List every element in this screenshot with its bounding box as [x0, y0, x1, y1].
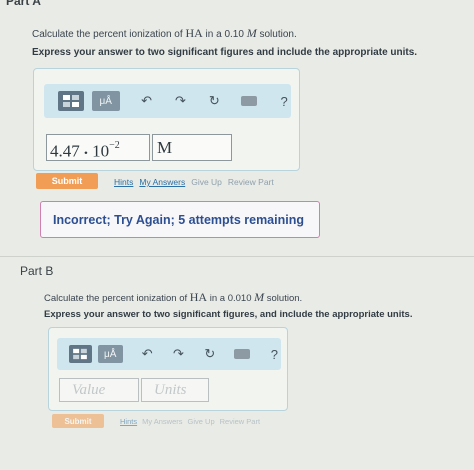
- units-input[interactable]: Units: [141, 378, 209, 402]
- give-up-link[interactable]: Give Up: [191, 177, 222, 187]
- redo-icon[interactable]: ↷: [172, 346, 185, 362]
- help-icon[interactable]: ?: [268, 347, 281, 362]
- reset-icon[interactable]: ↻: [207, 93, 221, 109]
- part-a-instructions: Express your answer to two significant f…: [32, 47, 418, 58]
- redo-icon[interactable]: ↷: [173, 93, 187, 109]
- templates-icon[interactable]: [58, 91, 84, 111]
- part-b-answer-box: μÅ ↶ ↷ ↻ ? Value Units: [48, 327, 288, 411]
- my-answers-link[interactable]: My Answers: [142, 417, 182, 426]
- feedback-incorrect: Incorrect; Try Again; 5 attempts remaini…: [40, 201, 320, 238]
- answer-value-field[interactable]: 4.47 • 10−2: [46, 134, 150, 161]
- undo-icon[interactable]: ↶: [141, 346, 154, 362]
- keyboard-icon[interactable]: [234, 349, 250, 359]
- answer-units-field[interactable]: M: [152, 134, 232, 161]
- undo-icon[interactable]: ↶: [140, 93, 154, 109]
- review-part-link[interactable]: Review Part: [228, 177, 274, 187]
- part-b-label: Part B: [20, 264, 54, 278]
- my-answers-link[interactable]: My Answers: [139, 177, 185, 187]
- value-input[interactable]: Value: [59, 378, 139, 402]
- part-a-question: Calculate the percent ionization of HA i…: [32, 26, 297, 40]
- reset-icon[interactable]: ↻: [203, 346, 216, 362]
- units-symbol-button[interactable]: μÅ: [91, 91, 120, 111]
- part-b-links: Hints My Answers Give Up Review Part: [120, 417, 260, 426]
- review-part-link[interactable]: Review Part: [220, 417, 260, 426]
- units-symbol-button[interactable]: μÅ: [97, 345, 123, 363]
- part-divider: [0, 256, 474, 257]
- part-b-question: Calculate the percent ionization of HA i…: [44, 290, 303, 304]
- hints-link[interactable]: Hints: [120, 417, 137, 426]
- templates-icon[interactable]: [69, 345, 92, 363]
- part-a-toolbar: μÅ ↶ ↷ ↻ ?: [44, 84, 291, 118]
- give-up-link[interactable]: Give Up: [188, 417, 215, 426]
- hints-link[interactable]: Hints: [114, 177, 133, 187]
- part-b-instructions: Express your answer to two significant f…: [44, 309, 413, 320]
- help-icon[interactable]: ?: [277, 94, 291, 109]
- part-a-links: Hints My Answers Give Up Review Part: [114, 177, 274, 187]
- part-b-toolbar: μÅ ↶ ↷ ↻ ?: [57, 338, 281, 370]
- part-b-submit-button[interactable]: Submit: [52, 414, 104, 428]
- part-a-label: Part A: [6, 0, 41, 8]
- part-a-submit-button[interactable]: Submit: [36, 173, 98, 189]
- keyboard-icon[interactable]: [241, 96, 258, 106]
- part-a-answer-box: μÅ ↶ ↷ ↻ ? 4.47 • 10−2 M: [33, 68, 300, 171]
